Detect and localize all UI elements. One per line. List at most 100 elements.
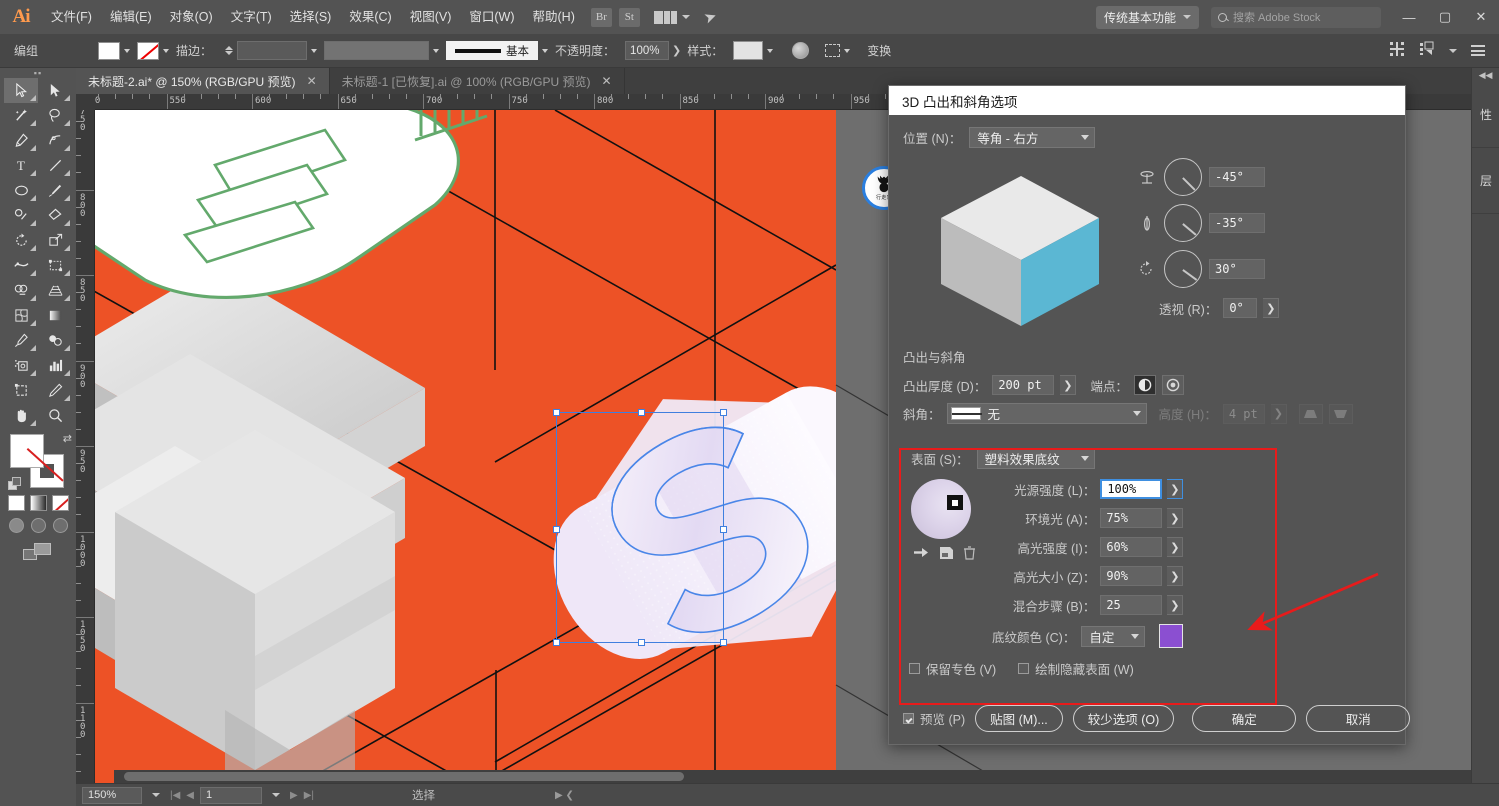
tool-hand[interactable] — [4, 403, 38, 428]
menu-select[interactable]: 选择(S) — [281, 0, 341, 34]
shading-color-swatch[interactable] — [1159, 624, 1184, 648]
bevel-extent-out-button[interactable] — [1298, 403, 1323, 424]
brush-definition-select[interactable]: 基本 — [446, 41, 539, 60]
stroke-color-swatch[interactable] — [137, 41, 160, 60]
perspective-stepper[interactable]: ❯ — [1263, 298, 1280, 318]
chevron-down-icon[interactable] — [311, 48, 318, 53]
tool-free-transform[interactable] — [38, 253, 72, 278]
menu-help[interactable]: 帮助(H) — [524, 0, 584, 34]
menu-effect[interactable]: 效果(C) — [340, 0, 400, 34]
stock-icon[interactable]: St — [618, 7, 640, 27]
close-button[interactable]: ✕ — [1463, 0, 1499, 34]
gradient-mode-button[interactable] — [29, 495, 47, 511]
selection-handle-ml[interactable] — [553, 526, 560, 533]
document-setup-icon[interactable] — [1471, 45, 1485, 56]
ruler-origin-corner[interactable] — [76, 94, 95, 110]
rotate-z-dial[interactable] — [1164, 250, 1202, 288]
bevel-select[interactable]: 无 — [946, 403, 1147, 424]
tool-eyedropper[interactable] — [4, 328, 38, 353]
transform-button[interactable]: 变换 — [867, 42, 891, 59]
draw-inside-button[interactable] — [52, 518, 68, 533]
fill-swatch[interactable] — [10, 434, 44, 468]
ambient-field[interactable]: 75% — [1100, 508, 1163, 528]
rotate-x-dial[interactable] — [1164, 158, 1202, 196]
tool-direct-selection[interactable] — [38, 78, 72, 103]
ambient-stepper[interactable]: ❯ — [1167, 508, 1184, 528]
move-light-back-icon[interactable] — [913, 546, 930, 563]
default-fill-stroke-icon[interactable] — [8, 477, 21, 490]
document-tab-2[interactable]: 未标题-1 [已恢复].ai @ 100% (RGB/GPU 预览) ✕ — [329, 68, 625, 94]
workspace-switcher[interactable]: 传统基本功能 — [1095, 5, 1199, 29]
tool-shape-builder[interactable] — [4, 278, 38, 303]
chevron-down-icon[interactable] — [152, 793, 160, 797]
selection-handle-bc[interactable] — [638, 639, 645, 646]
artboard-nav-last[interactable]: ▶| — [304, 790, 314, 801]
selection-handle-tl[interactable] — [553, 409, 560, 416]
tool-symbol-sprayer[interactable] — [4, 353, 38, 378]
chevron-down-icon[interactable] — [124, 48, 131, 53]
fewer-options-button[interactable]: 较少选项 (O) — [1072, 704, 1175, 732]
tool-zoom[interactable] — [38, 403, 72, 428]
swap-fill-stroke-icon[interactable]: ⇄ — [63, 432, 72, 445]
selection-handle-tr[interactable] — [720, 409, 727, 416]
cube-preview[interactable] — [903, 158, 1133, 333]
menu-edit[interactable]: 编辑(E) — [101, 0, 161, 34]
menu-file[interactable]: 文件(F) — [42, 0, 101, 34]
selection-handle-br[interactable] — [720, 639, 727, 646]
horizontal-scrollbar[interactable] — [114, 770, 1499, 783]
opacity-field[interactable]: 100% — [625, 41, 670, 60]
selection-handle-bl[interactable] — [553, 639, 560, 646]
stroke-weight-field[interactable] — [237, 41, 308, 60]
panel-collapse-icon[interactable]: ◀◀ — [1472, 68, 1499, 82]
artboard-nav-first[interactable]: |◀ — [170, 790, 180, 801]
tool-magic-wand[interactable] — [4, 103, 38, 128]
chevron-down-icon[interactable] — [767, 48, 774, 53]
screen-mode-button[interactable] — [0, 543, 76, 561]
chevron-down-icon[interactable] — [433, 48, 440, 53]
position-select[interactable]: 等角 - 右方 — [969, 127, 1096, 148]
tool-curvature[interactable] — [38, 128, 72, 153]
tool-scale[interactable] — [38, 228, 72, 253]
panel-tab-layers[interactable]: 层 — [1472, 148, 1499, 214]
tool-slice[interactable] — [38, 378, 72, 403]
chevron-down-icon[interactable] — [1449, 48, 1457, 53]
rotate-z-field[interactable]: 30° — [1209, 259, 1265, 279]
cap-solid-button[interactable] — [1133, 375, 1156, 395]
highlight-intensity-stepper[interactable]: ❯ — [1167, 537, 1184, 557]
close-icon[interactable]: ✕ — [602, 74, 612, 88]
light-intensity-stepper[interactable]: ❯ — [1167, 479, 1184, 499]
chevron-right-icon[interactable]: ❯ — [672, 44, 681, 57]
shading-color-select[interactable]: 自定 — [1081, 625, 1146, 647]
highlight-size-field[interactable]: 90% — [1100, 566, 1163, 586]
menu-object[interactable]: 对象(O) — [161, 0, 222, 34]
status-menu-icon[interactable]: ▶ ❮ — [555, 790, 574, 801]
cancel-button[interactable]: 取消 — [1306, 704, 1411, 732]
menu-type[interactable]: 文字(T) — [222, 0, 281, 34]
tool-mesh[interactable] — [4, 303, 38, 328]
ok-button[interactable]: 确定 — [1192, 704, 1297, 732]
artboard-nav-next[interactable]: ▶ — [290, 790, 298, 801]
delete-light-icon[interactable] — [963, 546, 976, 563]
align-icon[interactable] — [1389, 41, 1405, 60]
perspective-field[interactable]: 0° — [1223, 298, 1258, 318]
chevron-down-icon[interactable] — [542, 48, 549, 53]
bevel-height-field[interactable]: 4 pt — [1222, 403, 1265, 424]
tool-width[interactable] — [4, 253, 38, 278]
draw-normal-button[interactable] — [8, 518, 24, 533]
extrude-depth-field[interactable]: 200 pt — [992, 375, 1055, 395]
draw-behind-button[interactable] — [30, 518, 46, 533]
preview-checkbox[interactable]: 预览 (P) — [903, 709, 965, 728]
rotate-y-dial[interactable] — [1164, 204, 1202, 242]
variable-width-profile-field[interactable] — [324, 41, 430, 60]
blend-steps-field[interactable]: 25 — [1100, 595, 1163, 615]
tool-perspective-grid[interactable] — [38, 278, 72, 303]
light-intensity-field[interactable]: 100% — [1100, 479, 1163, 499]
bevel-extent-in-button[interactable] — [1328, 403, 1353, 424]
cap-hollow-button[interactable] — [1161, 375, 1184, 395]
minimize-button[interactable]: — — [1391, 0, 1427, 34]
color-mode-button[interactable] — [7, 495, 25, 511]
tool-paintbrush[interactable] — [38, 178, 72, 203]
surface-select[interactable]: 塑料效果底纹 — [976, 448, 1095, 469]
selection-bounding-box[interactable] — [553, 409, 727, 646]
extrude-depth-stepper[interactable]: ❯ — [1060, 375, 1077, 395]
